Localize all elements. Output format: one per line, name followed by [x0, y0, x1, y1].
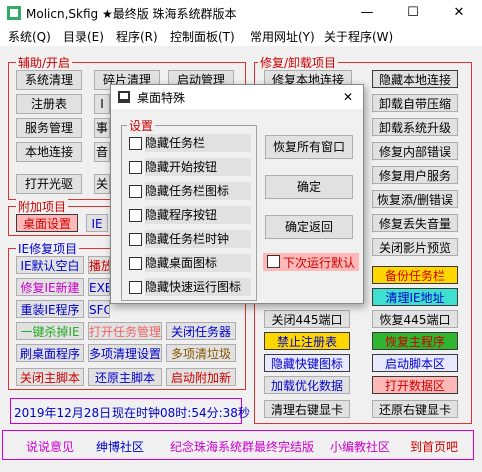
restore-main-script-button[interactable]: 还原主脚本 — [88, 368, 162, 386]
menu-control-panel[interactable]: 控制面板(T) — [170, 28, 235, 45]
hide-local-connection-button[interactable]: 隐藏本地连接 — [372, 70, 458, 88]
close-video-preview-button[interactable]: 关闭影片预览 — [372, 238, 458, 256]
close-445-port-button[interactable]: 关闭445端口 — [264, 310, 350, 328]
status-date: 2019年12月28日 — [14, 406, 112, 420]
hide-taskbar-icon-checkbox[interactable] — [129, 185, 142, 198]
maximize-button[interactable]: ☐ — [390, 0, 436, 26]
assist-partial-button-4[interactable]: 关 — [94, 174, 110, 194]
registry-button[interactable]: 注册表 — [16, 94, 82, 114]
close-main-script-button[interactable]: 关闭主脚本 — [16, 368, 84, 386]
repair-internal-error-button[interactable]: 修复内部错误 — [372, 142, 458, 160]
repair-group-label: 修复/卸载项目 — [258, 54, 339, 71]
assist-partial-button-2[interactable]: 事 — [94, 118, 110, 138]
assist-partial-button-3[interactable]: 音 — [94, 142, 110, 162]
start-script-area-button[interactable]: 启动脚本区 — [372, 354, 458, 372]
restore-right-click-gpu-button[interactable]: 还原右键显卡 — [372, 400, 458, 418]
sfc-system-button[interactable]: SFC系统 — [88, 300, 110, 318]
hide-program-button-checkbox[interactable] — [129, 209, 142, 222]
restore-add-remove-button[interactable]: 恢复添/删错误 — [372, 190, 458, 208]
menu-system[interactable]: 系统(Q) — [8, 28, 51, 45]
minimize-button[interactable]: — — [344, 0, 390, 26]
hide-start-button-checkbox[interactable] — [129, 161, 142, 174]
app-icon — [6, 5, 22, 21]
desktop-settings-button[interactable]: 桌面设置 — [16, 214, 78, 232]
ok-return-button[interactable]: 确定返回 — [265, 215, 353, 239]
dialog-close-button[interactable]: ✕ — [337, 87, 359, 107]
ok-button[interactable]: 确定 — [265, 175, 353, 199]
hide-desktop-icon-checkbox[interactable] — [129, 257, 142, 270]
open-cdrom-button[interactable]: 打开光驱 — [16, 174, 82, 194]
hide-taskbar-checkbox[interactable] — [129, 137, 142, 150]
menu-directory[interactable]: 目录(E) — [63, 28, 104, 45]
ie-play-button[interactable]: 播放 — [88, 256, 110, 274]
uninstall-system-upgrade-button[interactable]: 卸载系统升级 — [372, 118, 458, 136]
hide-start-button-label: 隐藏开始按钮 — [145, 158, 251, 176]
multi-clean-settings-button[interactable]: 多项清理设置 — [88, 344, 162, 362]
close-task-manager-button[interactable]: 关闭任务器 — [166, 322, 236, 340]
dialog-app-icon — [117, 90, 131, 104]
next-run-default-checkbox[interactable] — [267, 255, 280, 268]
ie-repair-group-label: IE修复项目 — [16, 240, 80, 257]
hide-taskbar-label: 隐藏任务栏 — [145, 134, 251, 152]
hide-quick-launch-label: 隐藏快速运行图标 — [145, 278, 251, 296]
assist-partial-button-1[interactable]: I — [94, 94, 110, 114]
restore-all-windows-button[interactable]: 恢复所有窗口 — [265, 135, 353, 159]
clean-right-click-gpu-button[interactable]: 清理右键显卡 — [264, 400, 350, 418]
exe-repair-button[interactable]: EXE修 — [88, 278, 110, 296]
settings-group-label: 设置 — [127, 117, 156, 134]
service-manage-button[interactable]: 服务管理 — [16, 118, 82, 138]
kill-ie-button[interactable]: 一键杀掉IE — [16, 322, 84, 340]
hide-taskbar-clock-checkbox[interactable] — [129, 233, 142, 246]
assist-group-label: 辅助/开启 — [16, 54, 73, 71]
next-run-default-label: 下次运行默认 — [283, 256, 356, 270]
system-clean-button[interactable]: 系统清理 — [16, 70, 82, 90]
uninstall-builtin-compress-button[interactable]: 卸载自带压缩 — [372, 94, 458, 112]
hide-taskbar-icon-label: 隐藏任务栏图标 — [145, 182, 251, 200]
dialog-title: 桌面特殊 — [137, 91, 186, 105]
menu-about[interactable]: 关于程序(W) — [324, 28, 393, 45]
close-button[interactable]: ✕ — [436, 0, 482, 26]
homepage-link[interactable]: 到首页吧 — [410, 438, 458, 455]
hide-program-button-label: 隐藏程序按钮 — [145, 206, 251, 224]
feedback-link[interactable]: 说说意见 — [26, 438, 74, 455]
restore-445-port-button[interactable]: 恢复445端口 — [372, 310, 458, 328]
hide-taskbar-clock-label: 隐藏任务栏时钟 — [145, 230, 251, 248]
window-title: Molicn,Skfig ★最终版 珠海系统群版本 — [26, 7, 237, 21]
hide-quick-launch-checkbox[interactable] — [129, 281, 142, 294]
memorial-link[interactable]: 纪念珠海系统群最终完结版 — [170, 438, 314, 455]
addon-ie-button[interactable]: IE — [86, 214, 108, 232]
hide-shortcut-icon-button[interactable]: 隐藏快键图标 — [264, 354, 350, 372]
restore-main-program-button[interactable]: 恢复主程序 — [372, 332, 458, 350]
desktop-special-dialog: 桌面特殊 ✕ 设置 隐藏任务栏 隐藏开始按钮 隐藏任务栏图标 隐藏程序按钮 隐藏… — [110, 84, 364, 304]
load-optimize-data-button[interactable]: 加载优化数据 — [264, 376, 350, 394]
forbid-registry-button[interactable]: 禁止注册表 — [264, 332, 350, 350]
status-time: 现在时钟08时:54分:38秒 — [112, 406, 250, 420]
clean-ie-address-button[interactable]: 清理IE地址 — [372, 288, 458, 306]
repair-user-service-button[interactable]: 修复用户服务 — [372, 166, 458, 184]
menu-common-urls[interactable]: 常用网址(Y) — [250, 28, 315, 45]
local-connection-button[interactable]: 本地连接 — [16, 142, 82, 162]
menu-program[interactable]: 程序(R) — [116, 28, 158, 45]
multi-clean-garbage-button[interactable]: 多项清垃圾 — [166, 344, 236, 362]
repair-lost-volume-button[interactable]: 修复丢失音量 — [372, 214, 458, 232]
community-link[interactable]: 绅博社区 — [96, 438, 144, 455]
ie-default-blank-button[interactable]: IE默认空白 — [16, 256, 84, 274]
start-addon-button[interactable]: 启动附加新 — [166, 368, 236, 386]
editor-community-link[interactable]: 小编教社区 — [330, 438, 390, 455]
backup-taskbar-button[interactable]: 备份任务栏 — [372, 266, 458, 284]
repair-ie-new-button[interactable]: 修复IE新建 — [16, 278, 84, 296]
reinstall-ie-button[interactable]: 重装IE程序 — [16, 300, 84, 318]
open-task-manager-button[interactable]: 打开任务管理 — [88, 322, 162, 340]
refresh-desktop-button[interactable]: 刷桌面程序 — [16, 344, 84, 362]
hide-desktop-icon-label: 隐藏桌面图标 — [145, 254, 251, 272]
open-data-area-button[interactable]: 打开数据区 — [372, 376, 458, 394]
addon-group-label: 附加项目 — [16, 198, 69, 215]
